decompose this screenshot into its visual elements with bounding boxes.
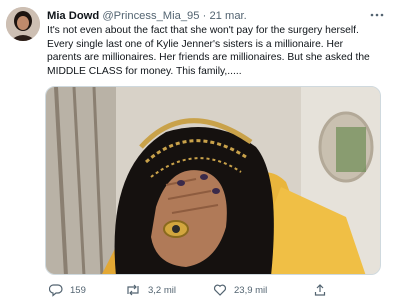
- author-handle[interactable]: @Princess_Mia_95: [102, 10, 199, 22]
- heart-icon: [213, 283, 227, 297]
- like-count: 23,9 mil: [234, 284, 268, 296]
- retweet-button[interactable]: 3,2 mil: [125, 281, 176, 299]
- retweet-count: 3,2 mil: [148, 284, 176, 296]
- retweet-icon: [125, 283, 141, 297]
- share-button[interactable]: [313, 281, 327, 299]
- tweet-date[interactable]: 21 mar.: [209, 10, 246, 22]
- like-button[interactable]: 23,9 mil: [213, 281, 267, 299]
- avatar[interactable]: [6, 7, 40, 41]
- tweet-card[interactable]: Mia Dowd @Princess_Mia_95 · 21 mar. It's…: [0, 0, 400, 305]
- share-icon: [313, 283, 327, 297]
- author-name[interactable]: Mia Dowd: [47, 10, 99, 22]
- tweet-image[interactable]: [45, 86, 381, 275]
- separator: ·: [202, 10, 207, 22]
- action-bar: 159 3,2 mil 23,9 mil: [45, 281, 345, 301]
- reply-icon: [49, 283, 63, 297]
- tweet-text: It's not even about the fact that she wo…: [47, 25, 370, 77]
- reply-count: 159: [70, 284, 86, 296]
- more-icon[interactable]: [370, 8, 384, 23]
- reply-button[interactable]: 159: [49, 281, 86, 299]
